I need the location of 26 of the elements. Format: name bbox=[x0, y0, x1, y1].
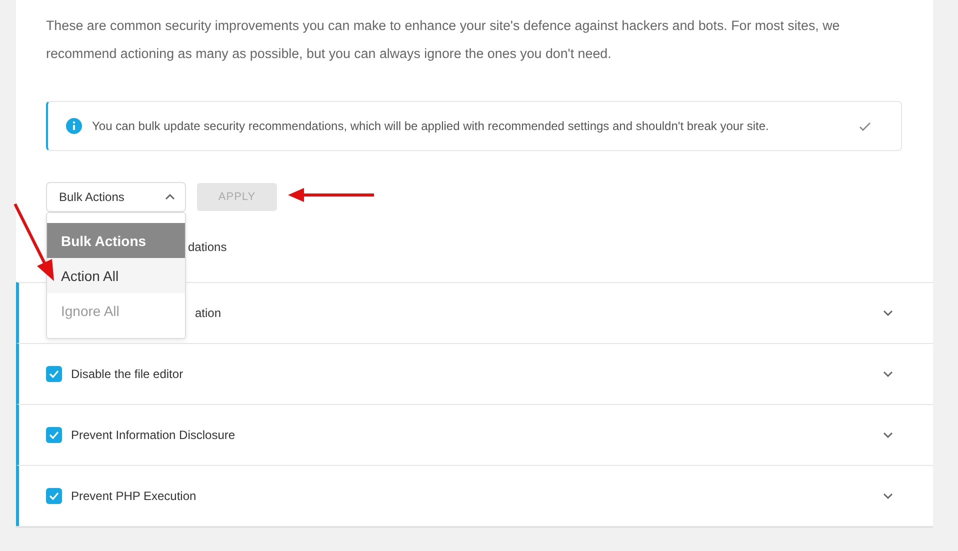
checkbox[interactable] bbox=[46, 427, 62, 443]
checkbox[interactable] bbox=[46, 366, 62, 382]
select-all-label: dations bbox=[188, 240, 227, 254]
check-icon[interactable] bbox=[859, 122, 871, 130]
chevron-icon bbox=[883, 310, 893, 316]
info-icon bbox=[66, 118, 82, 134]
bulk-actions-select[interactable]: Bulk Actions bbox=[46, 182, 186, 212]
recommendation-label: Prevent Information Disclosure bbox=[71, 428, 236, 442]
checkmark-icon bbox=[49, 370, 59, 378]
dropdown-option[interactable]: Bulk Actions bbox=[47, 223, 185, 258]
chevron-icon bbox=[883, 371, 893, 377]
notice-text: You can bulk update security recommendations, which will be applied with recommended settings and shouldn't break your site. bbox=[92, 119, 770, 133]
chevron-icon bbox=[883, 493, 893, 499]
checkmark-icon bbox=[49, 492, 59, 500]
recommendation-label: Prevent PHP Execution bbox=[71, 489, 196, 503]
recommendation-row[interactable]: Prevent PHP Execution bbox=[16, 465, 933, 526]
caret-icon bbox=[165, 194, 175, 200]
recommendation-label: Disable the file editor bbox=[71, 367, 184, 381]
chevron-icon bbox=[883, 432, 893, 438]
recommendation-row[interactable]: Prevent Information Disclosure bbox=[16, 404, 933, 465]
checkmark-icon bbox=[49, 431, 59, 439]
recommendation-label: ation bbox=[195, 306, 222, 320]
dropdown-option[interactable]: Action All bbox=[47, 258, 185, 293]
intro-paragraph: These are common security improvements you can make to enhance your site's defence against hackers and bots. For most sites, we recommend actioning as many as possible, but you can always ignore the ones you don't need. bbox=[46, 17, 841, 63]
checkbox[interactable] bbox=[46, 488, 62, 504]
recommendation-row[interactable]: Disable the file editor bbox=[16, 343, 933, 404]
